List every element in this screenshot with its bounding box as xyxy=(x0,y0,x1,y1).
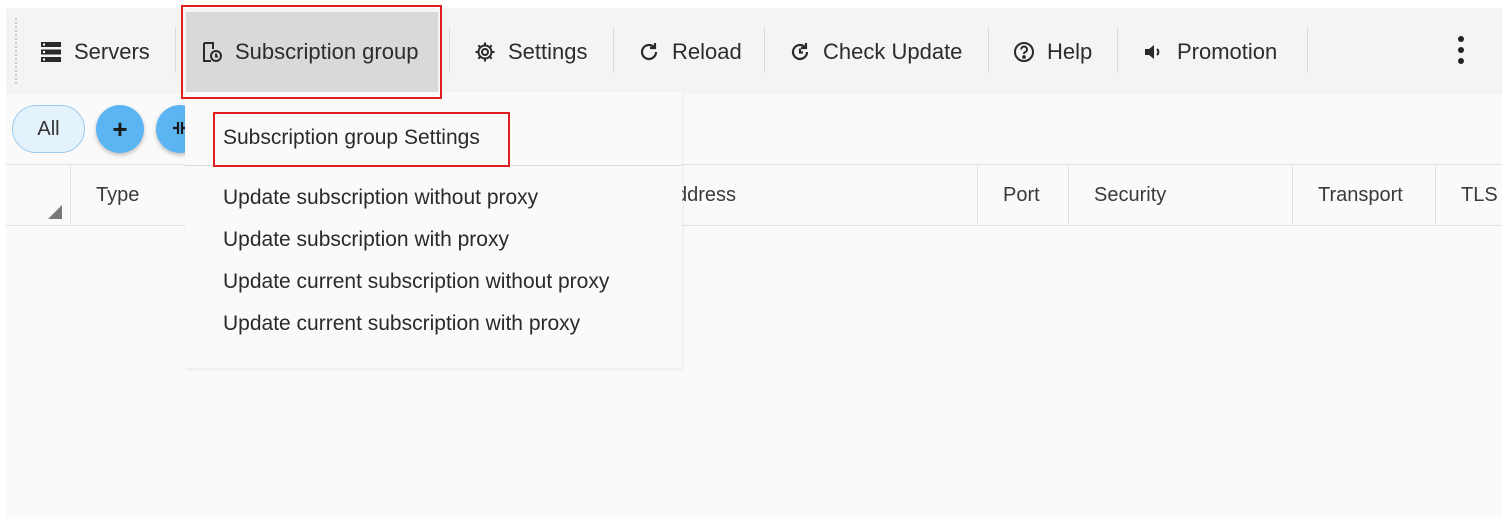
column-divider xyxy=(1292,165,1293,225)
menu-item-label: Update current subscription without prox… xyxy=(223,270,610,293)
subscription-icon xyxy=(201,41,223,63)
column-divider xyxy=(977,165,978,225)
column-header-type-label: Type xyxy=(96,183,140,206)
add-subscription-button[interactable]: + xyxy=(96,105,144,153)
toolbar-separator xyxy=(1307,27,1308,73)
column-header-port[interactable]: Port xyxy=(1003,165,1040,225)
column-divider xyxy=(1068,165,1069,225)
help-button[interactable]: Help xyxy=(1013,12,1092,92)
check-update-button[interactable]: Check Update xyxy=(789,12,962,92)
toolbar-separator xyxy=(988,27,989,73)
servers-label: Servers xyxy=(74,39,150,64)
column-header-tls[interactable]: TLS xyxy=(1461,165,1498,225)
help-label: Help xyxy=(1047,39,1093,64)
menu-item-update-subscription-with-proxy[interactable]: Update subscription with proxy xyxy=(223,222,509,258)
reload-label: Reload xyxy=(672,39,742,64)
menu-item-update-subscription-without-proxy[interactable]: Update subscription without proxy xyxy=(223,180,538,216)
column-header-address[interactable]: ddress xyxy=(676,165,736,225)
column-header-port-label: Port xyxy=(1003,183,1040,206)
settings-label: Settings xyxy=(508,39,588,64)
more-vertical-icon[interactable] xyxy=(1448,30,1474,70)
toolbar-separator xyxy=(764,27,765,73)
column-header-transport-label: Transport xyxy=(1318,183,1403,206)
menu-item-update-current-subscription-with-proxy[interactable]: Update current subscription with proxy xyxy=(223,306,580,342)
menu-separator xyxy=(185,165,682,166)
toolbar-grip[interactable] xyxy=(15,18,17,84)
settings-button[interactable]: Settings xyxy=(474,12,588,92)
column-header-security[interactable]: Security xyxy=(1094,165,1166,225)
server-icon xyxy=(40,41,62,63)
all-filter-label: All xyxy=(37,117,60,140)
promotion-label: Promotion xyxy=(1177,39,1278,64)
column-header-security-label: Security xyxy=(1094,183,1167,206)
column-header-address-label: ddress xyxy=(676,183,737,206)
toolbar-separator xyxy=(1117,27,1118,73)
subscription-group-button[interactable]: Subscription group xyxy=(186,12,438,92)
servers-button[interactable]: Servers xyxy=(40,12,150,92)
toolbar-separator xyxy=(175,27,176,73)
menu-item-label: Update subscription with proxy xyxy=(223,228,509,251)
toolbar-separator xyxy=(449,27,450,73)
menu-item-label: Subscription group Settings xyxy=(223,126,480,149)
menu-item-label: Update current subscription with proxy xyxy=(223,312,581,335)
column-header-type[interactable]: Type xyxy=(96,165,139,225)
reload-icon xyxy=(638,41,660,63)
check-update-icon xyxy=(789,41,811,63)
speaker-icon xyxy=(1143,41,1165,63)
select-all-corner[interactable] xyxy=(48,205,62,219)
check-update-label: Check Update xyxy=(823,39,963,64)
column-header-transport[interactable]: Transport xyxy=(1318,165,1403,225)
promotion-button[interactable]: Promotion xyxy=(1143,12,1277,92)
subscription-group-menu: Subscription group Settings Update subsc… xyxy=(185,92,682,368)
toolbar-separator xyxy=(613,27,614,73)
column-header-tls-label: TLS xyxy=(1461,183,1498,206)
menu-item-label: Update subscription without proxy xyxy=(223,186,539,209)
help-icon xyxy=(1013,41,1035,63)
gear-icon xyxy=(474,41,496,63)
reload-button[interactable]: Reload xyxy=(638,12,742,92)
subscription-group-label: Subscription group xyxy=(235,39,419,64)
column-divider xyxy=(70,165,71,225)
all-filter-pill[interactable]: All xyxy=(12,105,85,153)
menu-item-subscription-group-settings[interactable]: Subscription group Settings xyxy=(223,120,480,156)
menu-item-update-current-subscription-without-proxy[interactable]: Update current subscription without prox… xyxy=(223,264,609,300)
plus-icon: + xyxy=(112,113,128,144)
column-divider xyxy=(1435,165,1436,225)
